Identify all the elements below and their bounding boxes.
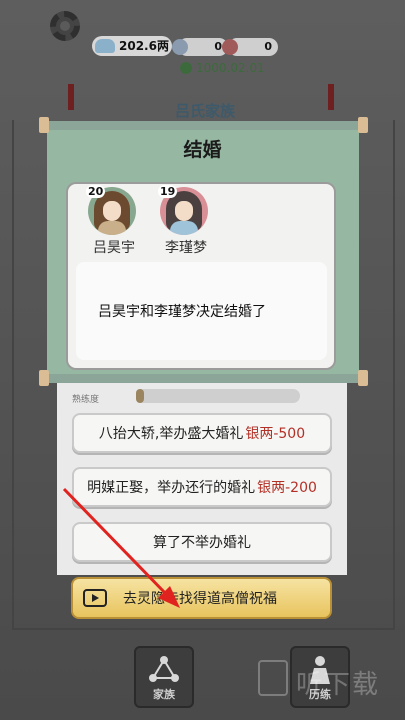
red-arrow-icon bbox=[62, 487, 180, 608]
